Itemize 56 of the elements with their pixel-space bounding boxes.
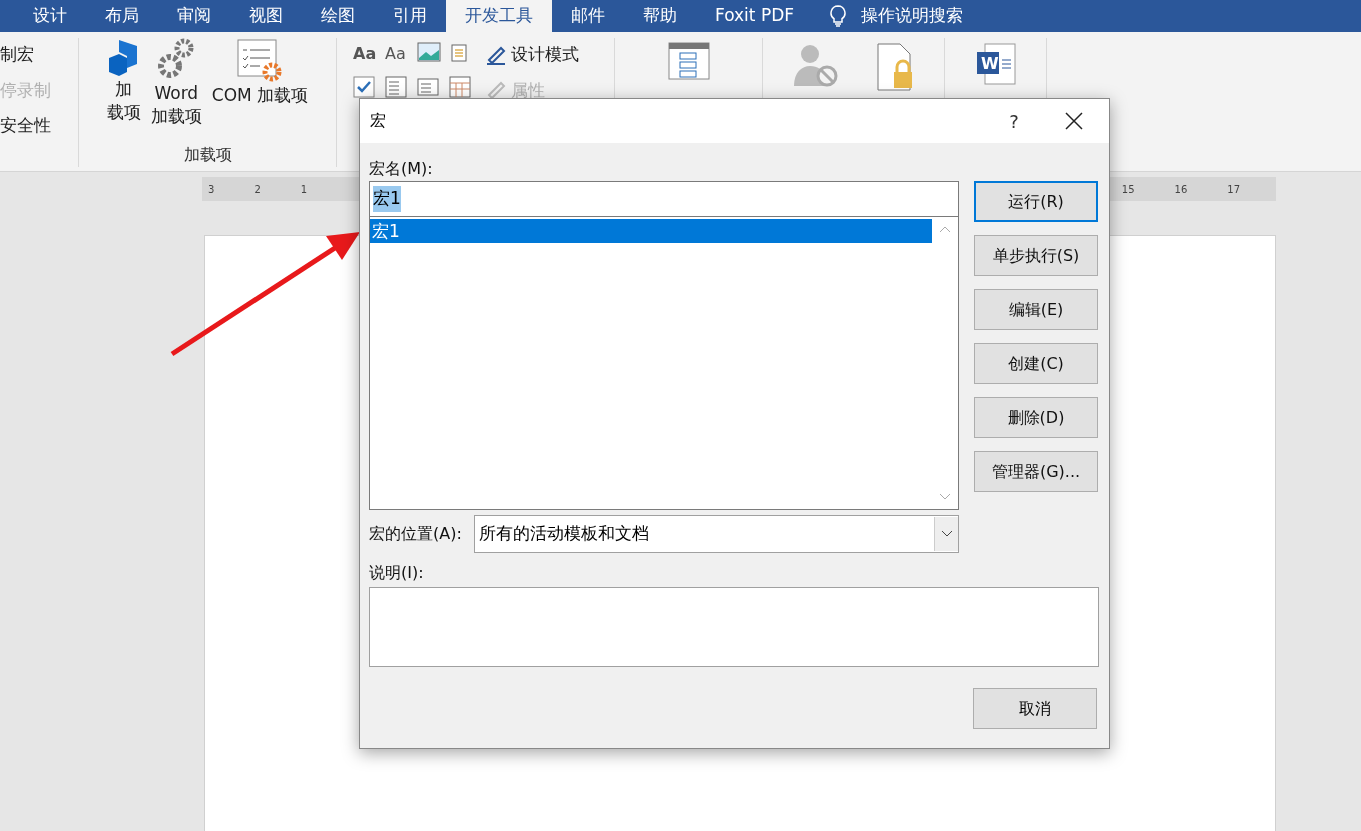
macro-action-button[interactable]: 编辑(E) [974, 289, 1098, 330]
macro-action-button[interactable]: 管理器(G)... [974, 451, 1098, 492]
picture-icon[interactable] [417, 42, 441, 62]
macro-list-item[interactable]: 宏1 [370, 219, 932, 243]
ribbon-tab[interactable]: 布局 [86, 0, 158, 32]
dialog-title: 宏 [370, 110, 387, 132]
checklist-gear-icon [236, 38, 284, 84]
group-label: 加载项 [183, 144, 232, 166]
ruler-number: 16 [1174, 182, 1188, 197]
ribbon-tab[interactable]: 引用 [374, 0, 446, 32]
macro-action-button[interactable]: 运行(R) [974, 181, 1098, 222]
field-label: 宏名(M): [369, 158, 434, 180]
ribbon-command[interactable]: 安全性 [0, 113, 78, 139]
help-button[interactable]: ? [989, 99, 1039, 143]
macro-action-button[interactable]: 创建(C) [974, 343, 1098, 384]
ribbon-tab[interactable]: 绘图 [302, 0, 374, 32]
logo-letter: W [980, 54, 999, 73]
location-dropdown[interactable]: 所有的活动模板和文档 [473, 515, 959, 553]
scroll-down-icon[interactable] [939, 493, 951, 501]
ruler-number: 17 [1227, 182, 1240, 197]
rich-text-control[interactable]: Aa [353, 42, 377, 66]
ribbon-tab[interactable]: 开发工具 [446, 0, 552, 32]
ribbon-tab[interactable]: 审阅 [158, 0, 230, 32]
lightbulb-icon [829, 5, 848, 27]
field-label: 宏的位置(A): [369, 523, 462, 545]
cancel-button[interactable]: 取消 [973, 688, 1097, 729]
table-tree-icon[interactable] [667, 42, 710, 80]
ribbon-tab[interactable]: 帮助 [624, 0, 696, 32]
macro-action-button[interactable]: 删除(D) [974, 397, 1098, 438]
scroll-up-icon[interactable] [939, 225, 951, 233]
list-icon[interactable] [417, 76, 439, 98]
ruler-number: 15 [1121, 182, 1135, 197]
list-icon[interactable] [385, 76, 407, 98]
checkbox-icon[interactable] [353, 76, 375, 98]
ribbon-tab[interactable]: Foxit PDF [696, 0, 814, 32]
ruler-number: 3 [208, 182, 215, 197]
addin-button[interactable]: COM 加载项 [211, 38, 309, 107]
plain-text-control[interactable]: Aa [385, 42, 409, 66]
ribbon-tab[interactable]: 视图 [230, 0, 302, 32]
macro-name-field[interactable]: 宏1 [369, 181, 959, 217]
calendar-icon[interactable] [449, 76, 471, 98]
field-value: 宏1 [373, 186, 401, 212]
addin-button[interactable]: Word 加载项 [150, 38, 202, 128]
addin-button[interactable]: 加 载项 [106, 38, 141, 124]
close-icon [1065, 112, 1083, 130]
macro-action-button[interactable]: 单步执行(S) [974, 235, 1098, 276]
ribbon-command[interactable]: 制宏 [0, 42, 78, 68]
dropdown-value: 所有的活动模板和文档 [478, 522, 650, 546]
ruler-number: 2 [254, 182, 261, 197]
ruler-number: 1 [300, 182, 308, 197]
ribbon-tab[interactable]: 设计 [14, 0, 86, 32]
ribbon-tab[interactable]: 邮件 [552, 0, 624, 32]
chevron-down-icon [940, 530, 953, 538]
tell-me-search[interactable]: 操作说明搜索 [861, 3, 964, 29]
field-label: 说明(I): [368, 562, 425, 584]
ribbon-command[interactable]: 设计模式 [511, 42, 579, 68]
